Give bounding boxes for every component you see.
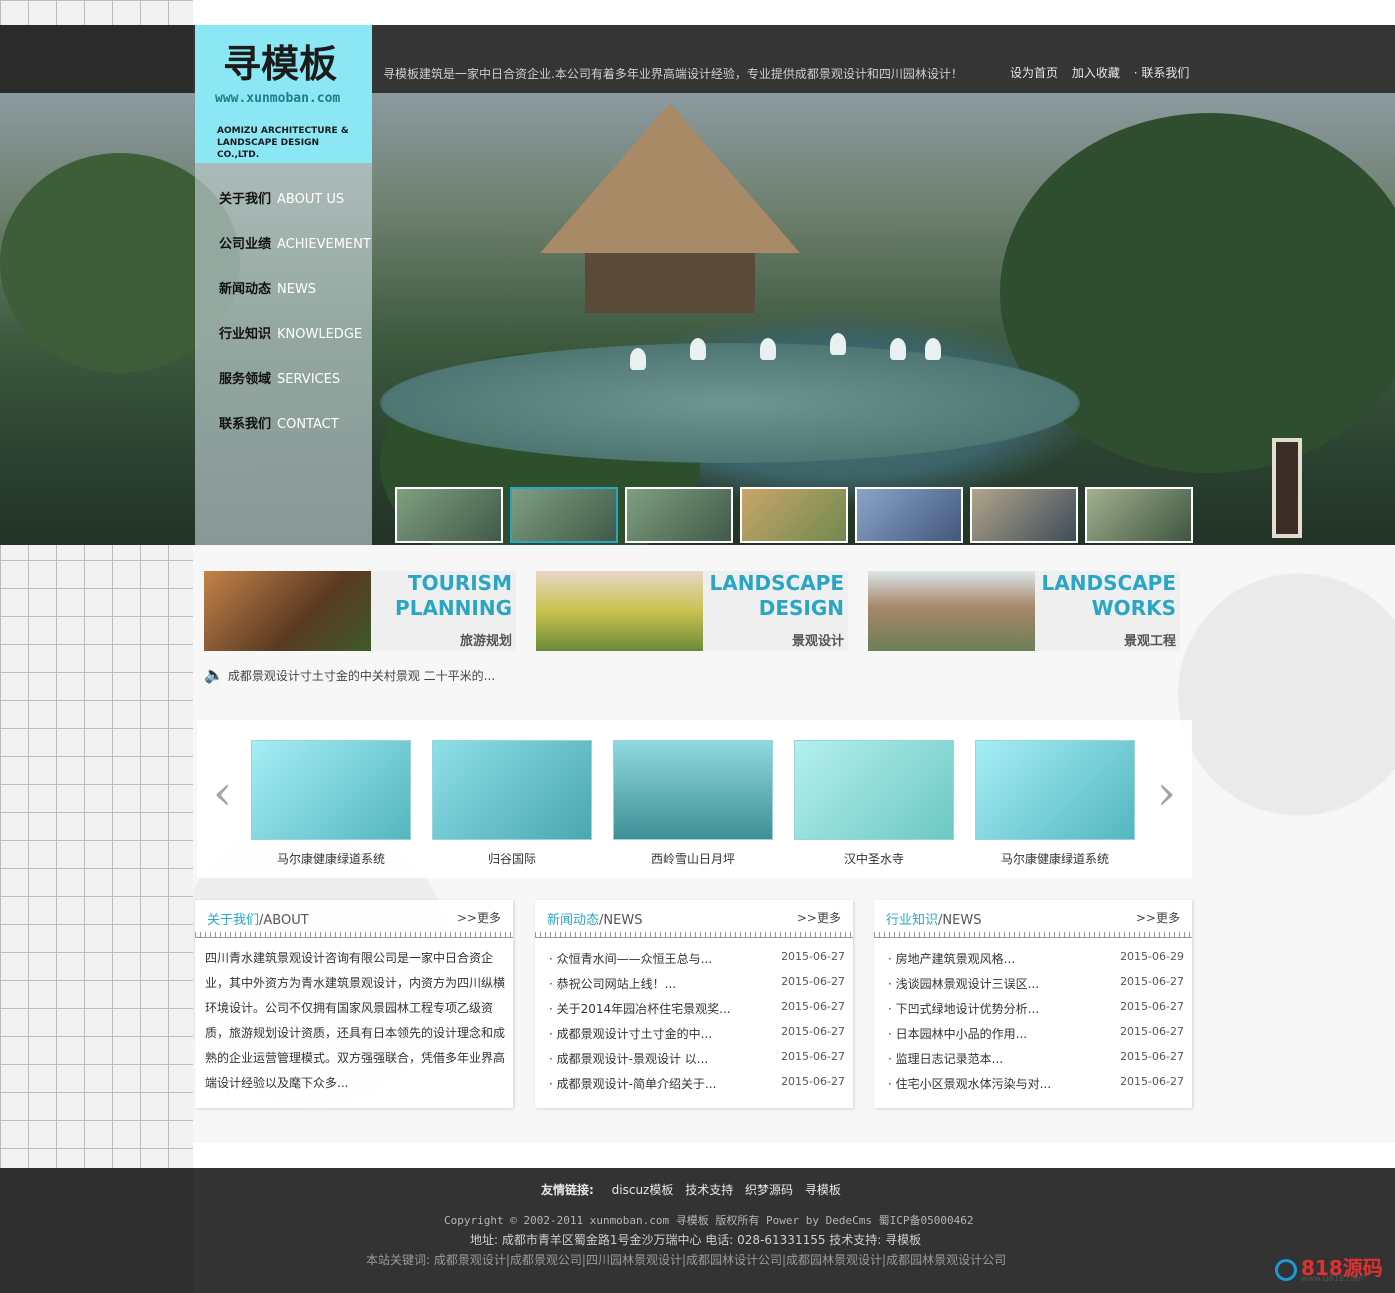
about-panel: 关于我们/ABOUT >>更多 四川青水建筑景观设计咨询有限公司是一家中日合资企… [195,900,513,1108]
list-item[interactable]: 监理日志记录范本...2015-06-27 [888,1050,1184,1075]
carousel-item[interactable]: 马尔康健康绿道系统 [975,740,1135,867]
nav-item-knowledge[interactable]: 行业知识 KNOWLEDGE [219,323,362,342]
hero-thumb[interactable] [855,487,963,543]
project-image [794,740,954,840]
news-ticker[interactable]: 🔈 成都景观设计寸土寸金的中关村景观 二十平米的... [204,665,495,684]
copyright: Copyright © 2002-2011 xunmoban.com 寻模板 版… [444,1214,974,1227]
ruler-divider [535,932,853,938]
address: 地址: 成都市青羊区蜀金路1号金沙万瑞中心 电话: 028-61331155 技… [470,1233,922,1247]
friend-link[interactable]: 技术支持 [685,1183,733,1197]
friend-links: 友情链接: discuz模板 技术支持 织梦源码 寻模板 [541,1183,841,1197]
carousel-item[interactable]: 马尔康健康绿道系统 [251,740,411,867]
panel-title[interactable]: 新闻动态/NEWS [547,909,642,928]
list-item[interactable]: 浅谈园林景观设计三误区...2015-06-27 [888,975,1184,1000]
add-favorite-link[interactable]: 加入收藏 [1072,66,1120,80]
list-item[interactable]: 众恒青水间——众恒王总与...2015-06-27 [549,950,845,975]
hero-thumb[interactable] [970,487,1078,543]
set-homepage-link[interactable]: 设为首页 [1010,66,1058,80]
hero-thumb[interactable] [625,487,733,543]
site-keywords: 本站关键词: 成都景观设计|成都景观公司|四川园林景观设计|成都园林设计公司|成… [366,1253,1007,1267]
project-image [975,740,1135,840]
more-link[interactable]: >>更多 [797,909,841,926]
landscape-works-image [868,571,1035,651]
hero-thumbnails [395,487,1193,543]
list-item[interactable]: 成都景观设计寸土寸金的中...2015-06-27 [549,1025,845,1050]
carousel-item[interactable]: 西岭雪山日月坪 [613,740,773,867]
speaker-icon: 🔈 [204,665,224,684]
carousel-prev-button[interactable]: ‹ [213,765,232,821]
news-panel: 新闻动态/NEWS >>更多 众恒青水间——众恒王总与...2015-06-27… [535,900,853,1108]
site-logo[interactable]: 寻模板 www.xunmoban.com AOMIZU ARCHITECTURE… [195,25,372,163]
project-carousel: ‹ 马尔康健康绿道系统 归谷国际 西岭雪山日月坪 汉中圣水寺 马尔康健康绿道系统… [197,720,1192,878]
about-text: 四川青水建筑景观设计咨询有限公司是一家中日合资企业，其中外资方为青水建筑景观设计… [205,951,506,1090]
knowledge-list: 房地产建筑景观风格...2015-06-29 浅谈园林景观设计三误区...201… [888,950,1184,1100]
play-icon [1275,1258,1297,1281]
landscape-design-image [536,571,703,651]
panel-title[interactable]: 关于我们/ABOUT [207,909,309,928]
project-image [432,740,592,840]
carousel-next-button[interactable]: › [1157,765,1176,821]
list-item[interactable]: 日本园林中小品的作用...2015-06-27 [888,1025,1184,1050]
ruler-divider [195,932,513,938]
list-item[interactable]: 下凹式绿地设计优势分析...2015-06-27 [888,1000,1184,1025]
nav-item-achievement[interactable]: 公司业绩 ACHIEVEMENT [219,233,371,252]
tourism-image [204,571,371,651]
panel-title[interactable]: 行业知识/NEWS [886,909,981,928]
carousel-item[interactable]: 汉中圣水寺 [794,740,954,867]
banner-tourism-planning[interactable]: TOURISM PLANNING 旅游规划 [204,571,516,651]
logo-title: 寻模板 [223,41,338,86]
more-link[interactable]: >>更多 [457,909,501,926]
carousel-item[interactable]: 归谷国际 [432,740,592,867]
list-item[interactable]: 房地产建筑景观风格...2015-06-29 [888,950,1184,975]
friend-link[interactable]: 织梦源码 [745,1183,793,1197]
list-item[interactable]: 成都景观设计-简单介绍关于...2015-06-27 [549,1075,845,1100]
company-intro: 寻模板建筑是一家中日合资企业.本公司有着多年业界高端设计经验，专业提供成都景观设… [383,67,963,81]
hero-thumb[interactable] [395,487,503,543]
hero-thumb[interactable] [740,487,848,543]
banner-landscape-works[interactable]: LANDSCAPE WORKS 景观工程 [868,571,1180,651]
logo-english-name: AOMIZU ARCHITECTURE & LANDSCAPE DESIGN C… [217,126,349,160]
top-links: 设为首页 加入收藏 · 联系我们 [1010,64,1199,81]
contact-link[interactable]: · 联系我们 [1134,66,1190,80]
service-banners: TOURISM PLANNING 旅游规划 LANDSCAPE DESIGN 景… [204,571,1200,651]
logo-url: www.xunmoban.com [215,91,341,106]
friend-link[interactable]: discuz模板 [612,1183,674,1197]
nav-item-news[interactable]: 新闻动态 NEWS [219,278,316,297]
lamp [1272,438,1302,538]
nav-item-services[interactable]: 服务领域 SERVICES [219,368,340,387]
list-item[interactable]: 成都景观设计-景观设计 以...2015-06-27 [549,1050,845,1075]
more-link[interactable]: >>更多 [1136,909,1180,926]
nav-item-about[interactable]: 关于我们 ABOUT US [219,188,344,207]
hero-thumb[interactable] [1085,487,1193,543]
list-item[interactable]: 恭祝公司网站上线！...2015-06-27 [549,975,845,1000]
list-item[interactable]: 关于2014年园冶杯住宅景观奖...2015-06-27 [549,1000,845,1025]
knowledge-panel: 行业知识/NEWS >>更多 房地产建筑景观风格...2015-06-29 浅谈… [874,900,1192,1108]
nav-item-contact[interactable]: 联系我们 CONTACT [219,413,339,432]
friend-link[interactable]: 寻模板 [805,1183,841,1197]
watermark-logo: 818源码 www.Q818.com [1275,1252,1387,1288]
list-item[interactable]: 住宅小区景观水体污染与对...2015-06-27 [888,1075,1184,1100]
ruler-divider [874,932,1192,938]
banner-landscape-design[interactable]: LANDSCAPE DESIGN 景观设计 [536,571,848,651]
main-nav: 关于我们 ABOUT US 公司业绩 ACHIEVEMENT 新闻动态 NEWS 行业… [195,163,372,545]
project-image [613,740,773,840]
hero-thumb-active[interactable] [510,487,618,543]
project-image [251,740,411,840]
news-list: 众恒青水间——众恒王总与...2015-06-27 恭祝公司网站上线！...20… [549,950,845,1100]
